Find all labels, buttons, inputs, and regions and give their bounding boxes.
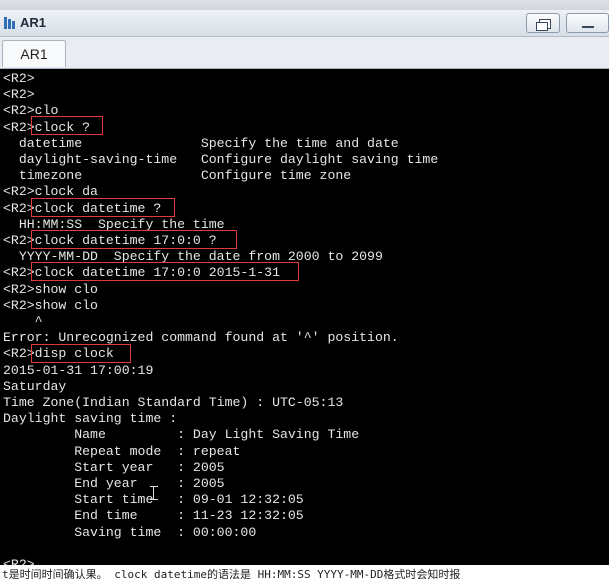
minimize-icon [582,26,594,28]
highlight-box [31,262,299,281]
terminal-line: Start year : 2005 [3,459,225,475]
terminal-line: <R2> [3,71,35,86]
minimize-button[interactable] [566,13,609,33]
terminal-line: 2015-01-31 17:00:19 [3,362,154,378]
terminal-console[interactable]: <R2> Saving time : 00:00:00 End time : 1… [0,69,609,565]
terminal-line: End year : 2005 [3,476,225,491]
highlight-box [31,116,103,135]
restore-icon-back [536,22,548,31]
window-titlebar: AR1 [0,10,609,37]
restore-button[interactable] [526,13,560,33]
terminal-line: Daylight saving time : [3,411,178,427]
text-cursor-icon [150,486,158,500]
terminal-line: <R2> [3,557,35,565]
terminal-line: Name : Day Light Saving Time [3,427,360,443]
tab-ar1[interactable]: AR1 [2,40,66,67]
window-title: AR1 [20,15,47,30]
terminal-line: <R2> [3,87,35,103]
terminal-line: datetime Specify the time and date [3,135,399,151]
terminal-line: End time : 11-23 12:32:05 [3,508,304,524]
terminal-line: ^ [3,314,43,329]
bottom-caption: t是时间时间确认果。 clock datetime的语法是 HH:MM:SS Y… [2,568,461,579]
highlight-box [31,198,175,217]
terminal-line: Time Zone(Indian Standard Time) : UTC-05… [3,395,344,410]
highlight-box [31,344,131,363]
bottom-caption-strip: t是时间时间确认果。 clock datetime的语法是 HH:MM:SS Y… [0,565,609,579]
terminal-line: Repeat mode : repeat [3,443,241,459]
terminal-line: <R2>show clo [3,281,98,297]
terminal-line: <R2>show clo [3,297,98,313]
terminal-line: Saturday [3,378,67,394]
terminal-line: timezone Configure time zone [3,168,352,184]
highlight-box [31,230,237,249]
tab-bar: AR1 [0,37,609,69]
terminal-line: Saving time : 00:00:00 [3,524,257,540]
terminal-line: daylight-saving-time Configure daylight … [3,152,439,167]
app-icon [4,17,15,29]
